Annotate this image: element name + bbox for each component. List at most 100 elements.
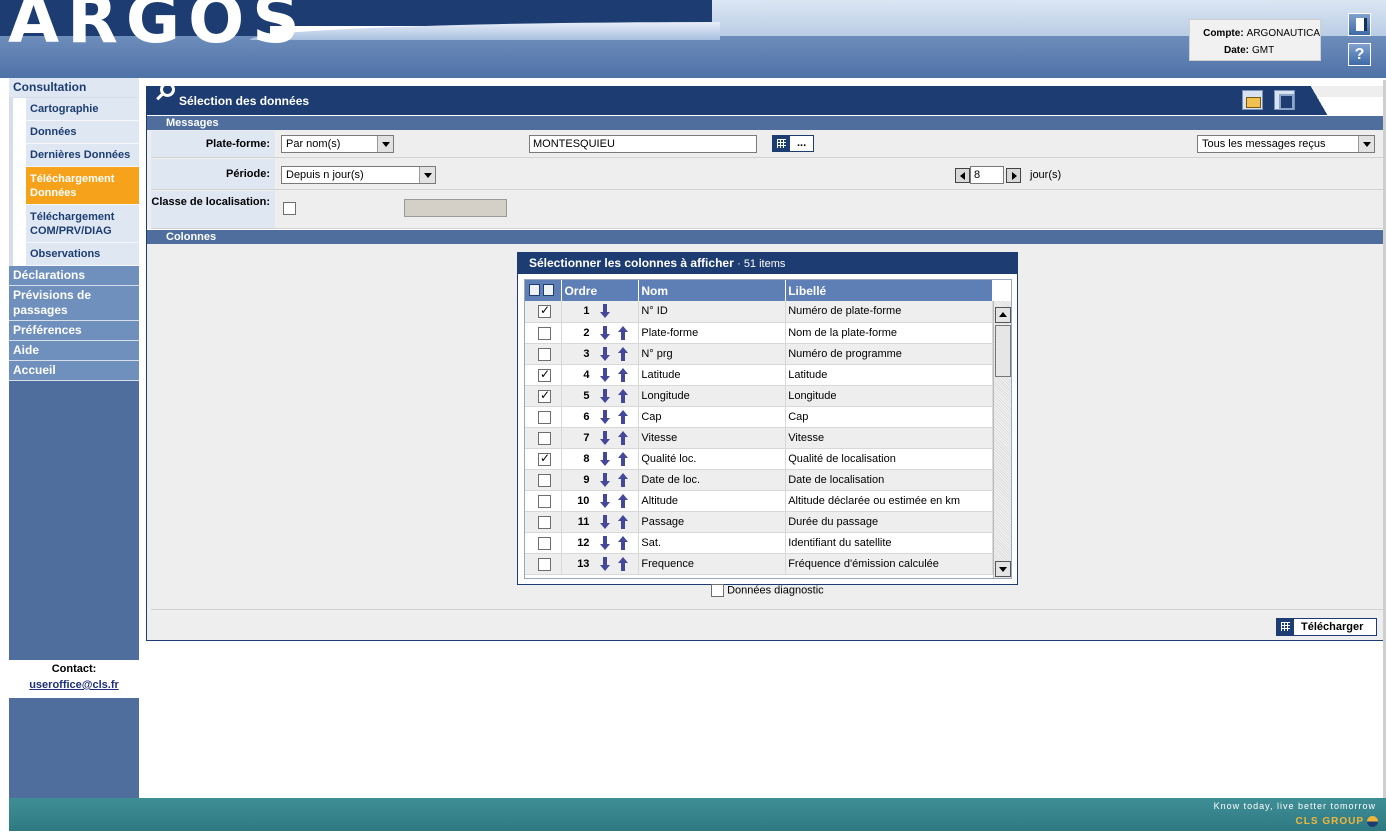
move-up-icon[interactable]: [618, 367, 629, 382]
move-down-icon[interactable]: [600, 472, 611, 487]
section-messages: Messages: [147, 115, 1385, 130]
contact-box: Contact: useroffice@cls.fr: [9, 660, 139, 698]
sidebar-item-preferences[interactable]: Préférences: [9, 321, 139, 341]
sidebar-item-consultation[interactable]: Consultation: [9, 78, 139, 98]
decrement-days-button[interactable]: [955, 168, 970, 183]
platform-mode-select[interactable]: Par nom(s): [281, 135, 394, 153]
contact-email-link[interactable]: useroffice@cls.fr: [9, 679, 139, 691]
move-down-icon[interactable]: [600, 451, 611, 466]
move-up-icon[interactable]: [618, 493, 629, 508]
table-row: 1 N° IDNuméro de plate-forme: [525, 301, 993, 323]
column-count: · 51 items: [737, 258, 786, 270]
move-up-icon[interactable]: [618, 514, 629, 529]
row-checkbox[interactable]: [538, 326, 551, 340]
select-all-icon[interactable]: [529, 284, 540, 296]
platform-name-input[interactable]: MONTESQUIEU: [529, 135, 757, 153]
row-checkbox-cell: [525, 406, 563, 428]
move-down-icon[interactable]: [600, 409, 611, 424]
row-checkbox[interactable]: [538, 388, 551, 403]
row-label: Numéro de programme: [785, 343, 993, 365]
location-class-row: Classe de localisation:: [151, 191, 1385, 229]
sidebar-item-telechargement-com[interactable]: Téléchargement COM/PRV/DIAG: [26, 205, 139, 243]
order-header: Ordre: [561, 280, 640, 301]
row-checkbox[interactable]: [538, 410, 551, 424]
sidebar-item-dernieres-donnees[interactable]: Dernières Données: [26, 144, 139, 167]
row-checkbox-cell: [525, 469, 563, 491]
vertical-scrollbar[interactable]: [993, 301, 1011, 578]
row-checkbox-cell: [525, 364, 563, 386]
location-class-checkbox[interactable]: [283, 202, 296, 215]
increment-days-button[interactable]: [1006, 168, 1021, 183]
row-checkbox[interactable]: [538, 451, 551, 466]
row-label: Fréquence d'émission calculée: [785, 553, 993, 575]
data-selection-panel: Sélection des données Messages Plate-for…: [146, 82, 1386, 641]
row-checkbox[interactable]: [538, 515, 551, 529]
row-checkbox[interactable]: [538, 557, 551, 571]
move-up-icon[interactable]: [618, 346, 629, 361]
move-up-icon[interactable]: [618, 409, 629, 424]
period-mode-value: Depuis n jour(s): [286, 169, 364, 181]
sidebar-item-cartographie[interactable]: Cartographie: [26, 98, 139, 121]
move-down-icon[interactable]: [600, 325, 611, 340]
platform-picker-button[interactable]: ...: [772, 135, 814, 152]
row-label: Nom de la plate-forme: [785, 322, 993, 344]
platform-label: Plate-forme:: [151, 131, 275, 157]
location-class-field: [404, 199, 507, 217]
location-class-label: Classe de localisation:: [151, 191, 275, 228]
row-order-cell: 1: [561, 301, 640, 323]
row-checkbox[interactable]: [538, 431, 551, 445]
sidebar-item-accueil[interactable]: Accueil: [9, 361, 139, 381]
row-checkbox[interactable]: [538, 494, 551, 508]
row-checkbox[interactable]: [538, 303, 551, 318]
move-up-icon[interactable]: [618, 472, 629, 487]
row-checkbox[interactable]: [538, 367, 551, 382]
chevron-down-icon: [419, 167, 435, 183]
move-up-icon[interactable]: [618, 388, 629, 403]
table-row: 9 Date de loc. Date de localisation: [525, 469, 993, 491]
columns-area: Sélectionner les colonnes à afficher · 5…: [151, 245, 1385, 610]
sidebar-item-declarations[interactable]: Déclarations: [9, 266, 139, 286]
move-up-icon[interactable]: [618, 430, 629, 445]
select-none-icon[interactable]: [543, 284, 554, 296]
move-down-icon[interactable]: [600, 430, 611, 445]
move-down-icon[interactable]: [600, 493, 611, 508]
column-table-container[interactable]: Ordre Nom Libellé 1 N° IDNuméro de plate-…: [524, 279, 1012, 579]
move-up-icon[interactable]: [618, 535, 629, 550]
sidebar-item-telechargement-donnees[interactable]: Téléchargement Données: [26, 167, 139, 205]
move-down-icon[interactable]: [600, 535, 611, 550]
help-icon[interactable]: ?: [1348, 43, 1371, 66]
section-columns: Colonnes: [147, 229, 1385, 244]
row-checkbox[interactable]: [538, 536, 551, 550]
sidebar-item-observations[interactable]: Observations: [26, 243, 139, 266]
move-down-icon[interactable]: [600, 514, 611, 529]
move-down-icon[interactable]: [600, 556, 611, 571]
row-checkbox[interactable]: [538, 473, 551, 487]
row-checkbox[interactable]: [538, 347, 551, 361]
document-icon[interactable]: [1348, 13, 1371, 36]
diagnostic-checkbox[interactable]: [711, 584, 724, 597]
row-name: N° prg: [638, 343, 787, 365]
open-folder-button[interactable]: [1242, 90, 1263, 110]
row-label: Latitude: [785, 364, 993, 386]
move-down-icon[interactable]: [600, 367, 611, 382]
table-row: 10 Altitude Altitude déclarée ou estimée e…: [525, 490, 993, 512]
messages-filter-select[interactable]: Tous les messages reçus: [1197, 135, 1375, 153]
save-button[interactable]: [1274, 90, 1295, 110]
move-down-icon[interactable]: [600, 304, 611, 318]
scroll-up-button[interactable]: [995, 307, 1011, 323]
move-up-icon[interactable]: [618, 451, 629, 466]
scroll-thumb[interactable]: [995, 325, 1011, 377]
table-row: 11 Passage Durée du passage: [525, 511, 993, 533]
move-down-icon[interactable]: [600, 346, 611, 361]
move-up-icon[interactable]: [618, 556, 629, 571]
move-down-icon[interactable]: [600, 388, 611, 403]
days-input[interactable]: 8: [970, 166, 1004, 184]
period-mode-select[interactable]: Depuis n jour(s): [281, 166, 436, 184]
platform-picker-label: ...: [797, 137, 807, 149]
scroll-down-button[interactable]: [995, 561, 1011, 577]
download-button[interactable]: Télécharger: [1276, 618, 1377, 636]
sidebar-item-aide[interactable]: Aide: [9, 341, 139, 361]
sidebar-item-previsions[interactable]: Prévisions de passages: [9, 286, 139, 321]
sidebar-item-donnees[interactable]: Données: [26, 121, 139, 144]
move-up-icon[interactable]: [618, 325, 629, 340]
